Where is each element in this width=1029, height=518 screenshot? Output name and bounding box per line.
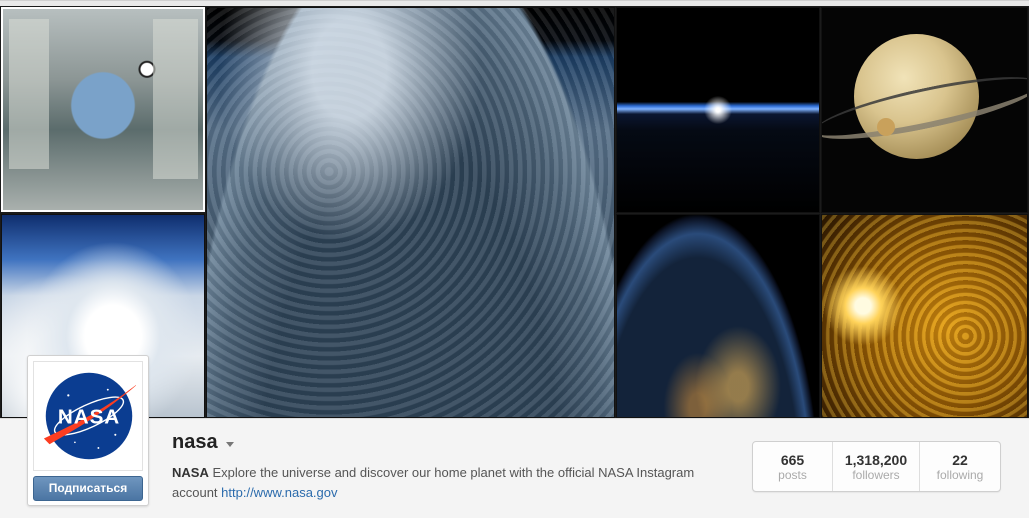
nasa-logo-icon: NASA [43,372,136,460]
photo-saturn-titan[interactable] [821,7,1028,213]
stat-value: 22 [952,452,968,468]
iss-wall-panel [9,19,49,169]
stats-box: 665 posts 1,318,200 followers 22 followi… [752,441,1001,492]
username[interactable]: nasa [172,431,218,454]
stat-followers[interactable]: 1,318,200 followers [833,442,920,491]
photo-mosaic [0,6,1029,418]
stat-label: followers [852,468,900,482]
photo-earth-clouds[interactable] [206,7,615,418]
bio: NASA Explore the universe and discover o… [172,463,737,503]
iss-wall-panel [153,19,198,179]
stat-label: posts [778,468,807,482]
follow-button[interactable]: Подписаться [33,476,143,501]
stat-value: 665 [780,452,805,468]
photo-iss-interior[interactable] [1,7,205,212]
stat-following[interactable]: 22 following [920,442,1000,491]
photo-horizon-sunrise[interactable] [616,7,820,213]
caret-down-icon[interactable] [225,442,234,447]
photo-earth-night-lights[interactable] [616,214,820,418]
bio-name: NASA [172,465,209,480]
profile-page: NASA Подписаться nasa NASA Explore the u… [0,0,1029,518]
stat-posts[interactable]: 665 posts [753,442,833,491]
avatar[interactable]: NASA [33,361,143,471]
avatar-card: NASA Подписаться [27,355,149,506]
username-row[interactable]: nasa [172,431,234,454]
photo-solar-flare[interactable] [821,214,1028,418]
stat-value: 1,318,200 [844,452,908,468]
stat-label: following [936,468,984,482]
svg-text:NASA: NASA [58,406,120,429]
bio-link[interactable]: http://www.nasa.gov [221,485,337,500]
titan-moon [877,118,895,136]
